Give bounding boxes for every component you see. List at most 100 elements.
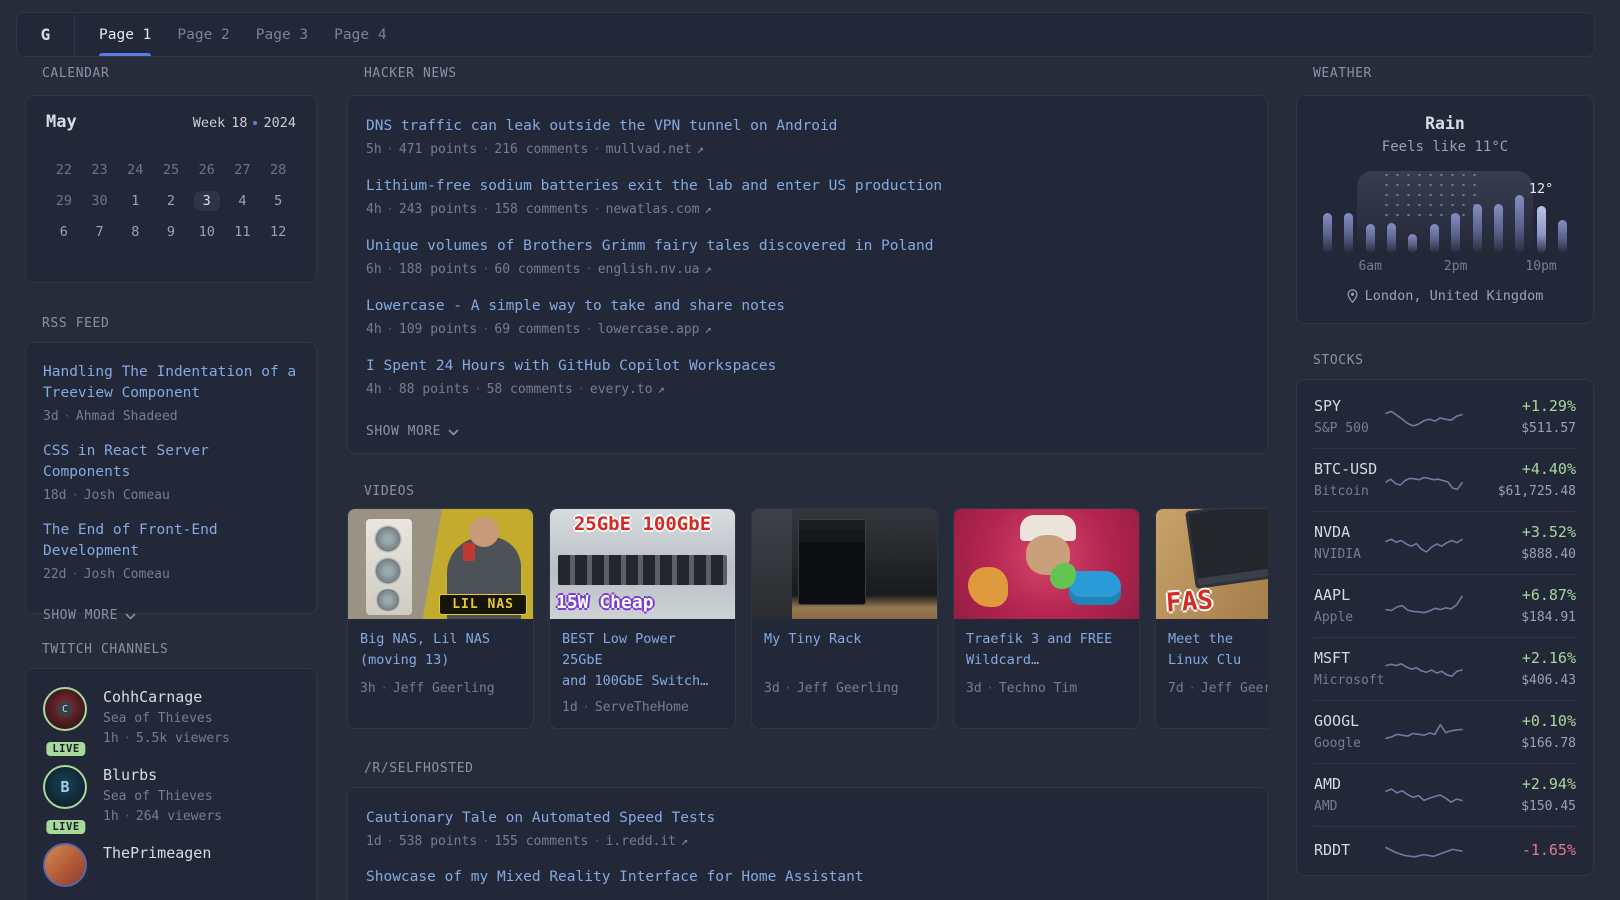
post-title-link[interactable]: Lowercase - A simple way to take and sha… — [366, 295, 1249, 317]
video-thumbnail[interactable]: FAS — [1156, 509, 1268, 619]
hn-show-more-button[interactable]: SHOW MORE — [366, 424, 459, 439]
post-item: DNS traffic can leak outside the VPN tun… — [366, 115, 1249, 159]
separator: · — [387, 834, 394, 848]
video-channel: Jeff Geerling — [797, 681, 899, 696]
viewer-count: 264 viewers — [136, 809, 222, 824]
viewer-count: 5.5k viewers — [136, 731, 230, 746]
post-title-link[interactable]: Cautionary Tale on Automated Speed Tests — [366, 807, 1249, 829]
stock-sparkline — [1384, 466, 1464, 494]
video-card[interactable]: 25GbE 100GbE 15W Cheap BEST Low Power 25… — [549, 508, 736, 729]
video-card[interactable]: FAS Meet the Linux Clu 7d·Jeff Geerling — [1155, 508, 1268, 729]
live-badge: LIVE — [46, 742, 85, 756]
post-title-link[interactable]: DNS traffic can leak outside the VPN tun… — [366, 115, 1249, 137]
video-meta: 3d·Jeff Geerling — [764, 681, 925, 696]
post-domain-link[interactable]: newatlas.com↗ — [606, 202, 712, 217]
calendar-day: 23 — [91, 158, 107, 182]
stock-price: $406.43 — [1476, 671, 1576, 690]
post-domain-link[interactable]: english.nv.ua↗ — [598, 262, 712, 277]
weather-bar-slot — [1494, 166, 1503, 253]
separator: · — [71, 567, 78, 581]
calendar-day: 25 — [163, 158, 179, 182]
post-points: 109 points — [399, 322, 477, 337]
video-age: 3h — [360, 681, 376, 696]
calendar-day: 30 — [91, 189, 107, 213]
separator: · — [71, 488, 78, 502]
rss-title-link[interactable]: CSS in React Server Components — [43, 441, 299, 483]
external-link-icon: ↗ — [697, 142, 704, 156]
stock-name: Apple — [1314, 608, 1384, 627]
video-title-link[interactable]: Traefik 3 and FREE Wildcard… — [966, 629, 1127, 673]
weather-bar-slot: 12° — [1537, 166, 1546, 253]
videos-carousel[interactable]: LIL NAS Big NAS, Lil NAS (moving 13) 3h·… — [347, 508, 1268, 729]
weather-location-text: London, United Kingdom — [1365, 288, 1544, 304]
stock-price: $888.40 — [1476, 545, 1576, 564]
stock-ticker: AAPL — [1314, 585, 1384, 606]
twitch-channel-row[interactable]: B LIVE Blurbs Sea of Thieves 1h·264 view… — [43, 765, 299, 826]
stock-identity: AMD AMD — [1314, 774, 1384, 816]
post-domain-link[interactable]: i.redd.it↗ — [606, 834, 689, 849]
calendar-day: 8 — [131, 220, 139, 244]
channel-name[interactable]: ThePrimeagen — [103, 843, 211, 863]
stock-values: +6.87% $184.91 — [1476, 585, 1576, 627]
post-age: 5h — [366, 142, 382, 157]
calendar-day-number: 8 — [131, 224, 139, 240]
video-thumbnail[interactable]: LIL NAS — [348, 509, 533, 619]
post-title-link[interactable]: Showcase of my Mixed Reality Interface f… — [366, 866, 1249, 888]
stock-sparkline — [1384, 403, 1464, 431]
weather-bars: 12° — [1323, 166, 1567, 253]
video-title-link[interactable]: Meet the Linux Clu — [1168, 629, 1268, 673]
tab-page-3[interactable]: Page 3 — [256, 13, 308, 56]
video-card[interactable]: Traefik 3 and FREE Wildcard… 3d·Techno T… — [953, 508, 1140, 729]
rss-show-more-button[interactable]: SHOW MORE — [43, 608, 136, 623]
rss-item: The End of Front-End Development 22d·Jos… — [43, 520, 299, 584]
video-title-link[interactable]: My Tiny Rack — [764, 629, 925, 673]
tab-page-4[interactable]: Page 4 — [334, 13, 386, 56]
separator: · — [482, 322, 489, 336]
avatar-letter: B — [60, 778, 69, 796]
video-card[interactable]: My Tiny Rack 3d·Jeff Geerling — [751, 508, 938, 729]
post-meta: 4h·109 points·69 comments·lowercase.app↗ — [366, 320, 1249, 339]
video-title-link[interactable]: Big NAS, Lil NAS (moving 13) — [360, 629, 521, 673]
tab-page-1[interactable]: Page 1 — [99, 13, 151, 56]
calendar-day-number: 12 — [270, 224, 286, 240]
stock-values: +2.16% $406.43 — [1476, 648, 1576, 690]
post-title-link[interactable]: Unique volumes of Brothers Grimm fairy t… — [366, 235, 1249, 257]
video-card[interactable]: LIL NAS Big NAS, Lil NAS (moving 13) 3h·… — [347, 508, 534, 729]
post-item: I Spent 24 Hours with GitHub Copilot Wor… — [366, 355, 1249, 399]
calendar-day-number: 11 — [234, 224, 250, 240]
video-meta: 7d·Jeff Geerling — [1168, 681, 1268, 696]
stock-change-percent: +2.16% — [1476, 648, 1576, 669]
separator: · — [586, 322, 593, 336]
twitch-channel-row[interactable]: C LIVE CohhCarnage Sea of Thieves 1h·5.5… — [43, 687, 299, 748]
rss-title-link[interactable]: The End of Front-End Development — [43, 520, 299, 562]
weather-bar — [1344, 213, 1353, 253]
tab-page-2[interactable]: Page 2 — [177, 13, 229, 56]
post-domain-link[interactable]: every.to↗ — [590, 382, 665, 397]
channel-name[interactable]: CohhCarnage — [103, 687, 230, 707]
video-title-link[interactable]: BEST Low Power 25GbE and 100GbE Switch… — [562, 629, 723, 692]
twitch-channel-row[interactable]: LIVE ThePrimeagen · — [43, 843, 299, 887]
post-comments: 216 comments — [494, 142, 588, 157]
app-logo[interactable]: G — [17, 13, 75, 56]
video-thumbnail[interactable] — [954, 509, 1139, 619]
weather-time-label: 2pm — [1451, 259, 1460, 274]
stream-uptime: 1h — [103, 809, 119, 824]
post-title-link[interactable]: I Spent 24 Hours with GitHub Copilot Wor… — [366, 355, 1249, 377]
rss-title-link[interactable]: Handling The Indentation of a Treeview C… — [43, 362, 299, 404]
channel-name[interactable]: Blurbs — [103, 765, 222, 785]
rss-author: Ahmad Shadeed — [76, 409, 178, 424]
stock-row: AAPL Apple +6.87% $184.91 — [1314, 574, 1576, 637]
top-nav: G Page 1 Page 2 Page 3 Page 4 — [16, 12, 1595, 57]
post-domain-link[interactable]: lowercase.app↗ — [598, 322, 712, 337]
video-thumbnail[interactable]: 25GbE 100GbE 15W Cheap — [550, 509, 735, 619]
post-domain: english.nv.ua — [598, 262, 700, 277]
post-title-link[interactable]: Lithium-free sodium batteries exit the l… — [366, 175, 1249, 197]
calendar-days-grid: 222324252627282930123456789101112 — [46, 158, 296, 244]
video-thumbnail[interactable] — [752, 509, 937, 619]
weather-time-labels: 6am2pm10pm — [1323, 259, 1567, 274]
calendar-day: 22 — [56, 158, 72, 182]
rss-feed-widget: Handling The Indentation of a Treeview C… — [25, 342, 317, 614]
video-channel: ServeTheHome — [595, 700, 689, 715]
post-domain-link[interactable]: mullvad.net↗ — [606, 142, 704, 157]
stock-values: +4.40% $61,725.48 — [1476, 459, 1576, 501]
